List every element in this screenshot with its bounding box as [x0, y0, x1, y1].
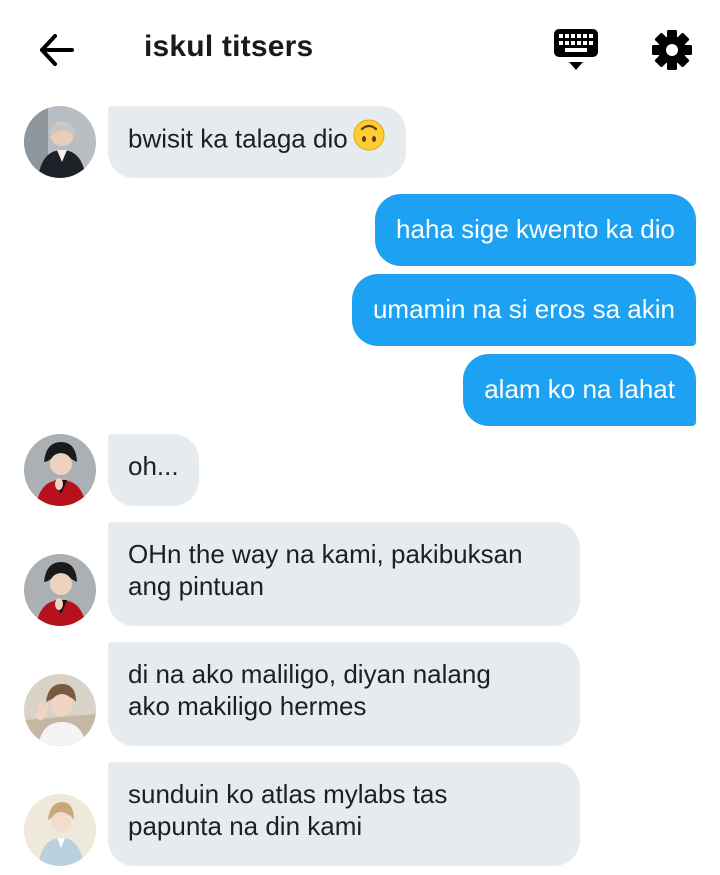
message-text: alam ko na lahat	[484, 374, 675, 404]
message-row: di na ako maliligo, diyan nalang ako mak…	[0, 642, 720, 746]
settings-button[interactable]	[650, 28, 694, 72]
message-row: umamin na si eros sa akin	[0, 274, 720, 346]
avatar-icon	[24, 554, 96, 626]
incoming-message-bubble[interactable]: sunduin ko atlas mylabs tas papunta na d…	[108, 762, 580, 866]
message-text: sunduin ko atlas mylabs tas papunta na d…	[128, 779, 448, 841]
message-text: di na ako maliligo, diyan nalang ako mak…	[128, 659, 491, 721]
message-text: oh...	[128, 451, 179, 481]
message-row: OHn the way na kami, pakibuksan ang pint…	[0, 522, 720, 626]
incoming-message-bubble[interactable]: OHn the way na kami, pakibuksan ang pint…	[108, 522, 580, 626]
message-text: haha sige kwento ka dio	[396, 214, 675, 244]
arrow-left-icon	[40, 34, 74, 66]
message-text: umamin na si eros sa akin	[372, 294, 675, 324]
message-row: bwisit ka talaga dio	[0, 106, 720, 178]
avatar-icon	[24, 434, 96, 506]
avatar[interactable]	[24, 674, 96, 746]
outgoing-message-bubble[interactable]: haha sige kwento ka dio	[375, 194, 696, 266]
avatar-icon	[24, 106, 96, 178]
message-text: OHn the way na kami, pakibuksan ang pint…	[128, 539, 523, 601]
message-row: haha sige kwento ka dio	[0, 194, 720, 266]
avatar[interactable]	[24, 106, 96, 178]
outgoing-message-bubble[interactable]: umamin na si eros sa akin	[351, 274, 696, 346]
incoming-message-bubble[interactable]: di na ako maliligo, diyan nalang ako mak…	[108, 642, 580, 746]
gear-icon	[652, 30, 692, 70]
keyboard-icon	[554, 29, 598, 70]
chat-header: iskul titsers	[0, 0, 720, 96]
avatar[interactable]	[24, 794, 96, 866]
message-row: alam ko na lahat	[0, 354, 720, 426]
avatar[interactable]	[24, 434, 96, 506]
keyboard-button[interactable]	[553, 27, 599, 73]
avatar[interactable]	[24, 554, 96, 626]
back-button[interactable]	[34, 28, 78, 72]
upside-down-face-icon	[352, 118, 386, 159]
avatar-icon	[24, 674, 96, 746]
incoming-message-bubble[interactable]: bwisit ka talaga dio	[108, 106, 406, 178]
page-title: iskul titsers	[144, 30, 314, 63]
message-row: oh...	[0, 434, 720, 506]
incoming-message-bubble[interactable]: oh...	[108, 434, 199, 506]
outgoing-message-bubble[interactable]: alam ko na lahat	[463, 354, 696, 426]
message-text: bwisit ka talaga dio	[128, 123, 348, 154]
message-row: sunduin ko atlas mylabs tas papunta na d…	[0, 762, 720, 866]
avatar-icon	[24, 794, 96, 866]
